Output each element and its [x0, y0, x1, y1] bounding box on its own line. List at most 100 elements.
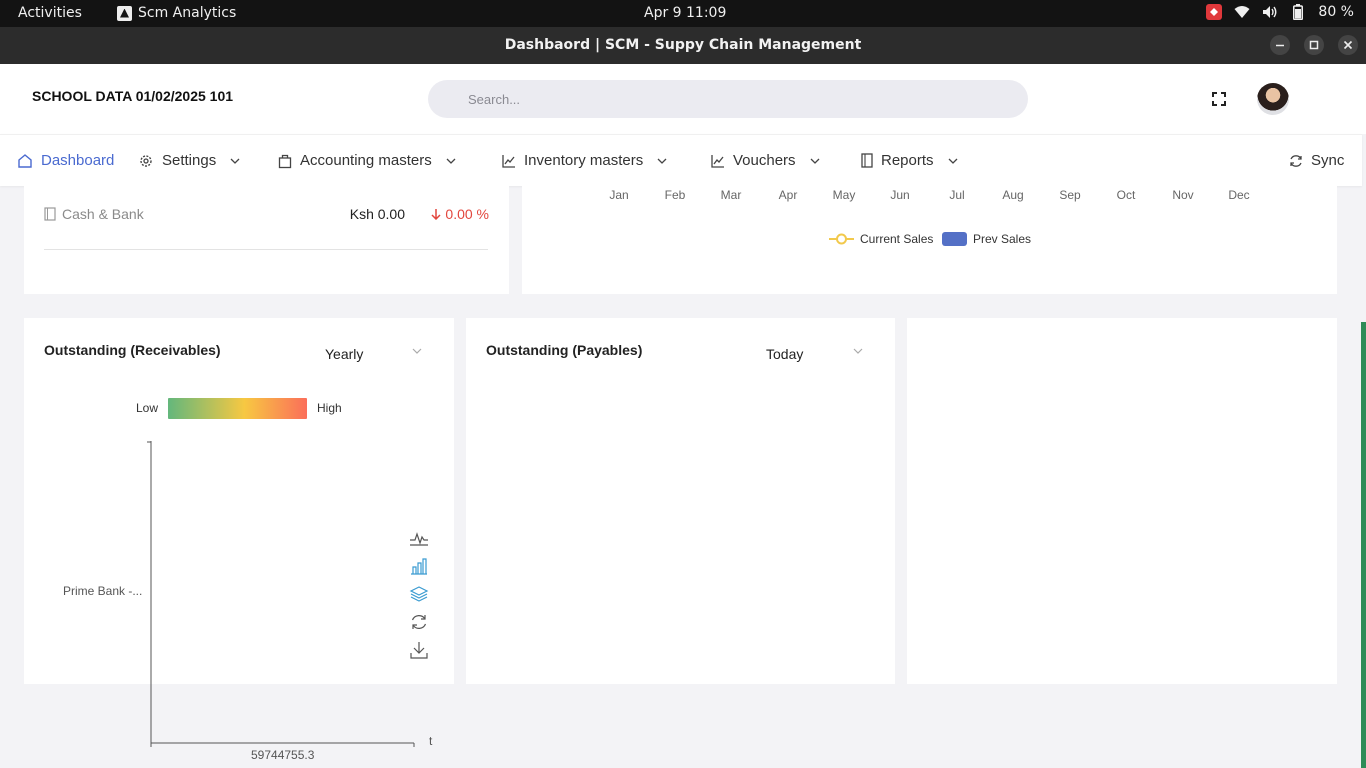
- window-title: Dashbaord | SCM - Suppy Chain Management: [504, 37, 862, 53]
- legend-bar-marker: [942, 232, 967, 246]
- anydesk-tray-icon[interactable]: [1206, 4, 1223, 20]
- nav-dashboard-label: Dashboard: [41, 152, 115, 169]
- bar-chart-icon[interactable]: [409, 556, 429, 576]
- scale-low-label: Low: [136, 401, 159, 415]
- maximize-icon[interactable]: [1304, 35, 1324, 55]
- month-label: Mar: [720, 188, 742, 202]
- receivables-period-select[interactable]: Yearly: [325, 346, 363, 362]
- month-label: May: [832, 188, 856, 202]
- legend-line-marker: [829, 233, 854, 245]
- main-navigation: Dashboard Settings Accounting masters In…: [0, 134, 1362, 186]
- nav-accounting-label: Accounting masters: [300, 152, 432, 169]
- close-icon[interactable]: [1338, 35, 1358, 55]
- payables-card: Outstanding (Payables) Today: [466, 318, 895, 684]
- company-name: SCHOOL DATA 01/02/2025 101: [32, 88, 234, 104]
- cash-bank-amount: Ksh 0.00: [349, 206, 405, 222]
- receivables-card: Outstanding (Receivables) Yearly: [24, 318, 454, 684]
- app-header: SCHOOL DATA 01/02/2025 101: [0, 64, 1366, 134]
- month-label: Apr: [778, 188, 798, 202]
- page-scrollbar[interactable]: [1361, 322, 1366, 768]
- stack-icon[interactable]: [409, 584, 429, 604]
- fullscreen-icon[interactable]: [1211, 91, 1227, 107]
- month-label: Jun: [890, 188, 910, 202]
- wifi-icon[interactable]: [1234, 4, 1250, 20]
- nav-reports-label: Reports: [881, 152, 934, 169]
- cash-bank-label: Cash & Bank: [62, 206, 144, 222]
- visual-map-bar[interactable]: [168, 398, 307, 419]
- app-icon: [117, 5, 132, 21]
- cash-bank-change-value: 0.00 %: [445, 206, 489, 222]
- receivables-title: Outstanding (Receivables): [44, 342, 221, 358]
- payables-period-select[interactable]: Today: [766, 346, 803, 362]
- sales-chart-card: Jan Feb Mar Apr May Jun Jul Aug Sep Oct …: [522, 186, 1337, 294]
- y-category-label: Prime Bank -...: [63, 584, 143, 598]
- sync-label: Sync: [1311, 152, 1345, 169]
- trend-icon: [711, 154, 724, 168]
- divider: [44, 249, 488, 250]
- clock[interactable]: Apr 9 11:09: [644, 5, 726, 21]
- cash-bank-change: 0.00 %: [431, 206, 489, 222]
- sync-button[interactable]: Sync: [1289, 152, 1344, 169]
- app-menu[interactable]: Scm Analytics: [117, 5, 236, 21]
- nav-settings[interactable]: Settings: [138, 152, 240, 169]
- nav-accounting-masters[interactable]: Accounting masters: [278, 152, 456, 169]
- system-top-bar: Activities Scm Analytics Apr 9 11:09 80 …: [0, 0, 1366, 27]
- x-axis-value-label: 59744755.3: [251, 748, 315, 762]
- chevron-down-icon: [230, 158, 240, 164]
- refresh-icon[interactable]: [409, 612, 429, 632]
- legend-current-label: Current Sales: [860, 232, 934, 246]
- cash-bank-row: Cash & Bank Ksh 0.00 0.00 %: [44, 206, 489, 222]
- nav-inventory-masters[interactable]: Inventory masters: [502, 152, 667, 169]
- system-tray[interactable]: 80 %: [1206, 4, 1354, 20]
- nav-settings-label: Settings: [162, 152, 217, 169]
- month-label: Jul: [949, 188, 965, 202]
- chevron-down-icon: [446, 158, 456, 164]
- empty-card: [907, 318, 1337, 684]
- month-label: Feb: [664, 188, 686, 202]
- chevron-down-icon: [948, 158, 957, 164]
- gear-icon: [140, 154, 152, 167]
- book-icon: [861, 153, 873, 168]
- home-icon: [18, 153, 32, 168]
- chart-toolbox: [409, 528, 429, 668]
- month-label: Oct: [1116, 188, 1136, 202]
- download-icon[interactable]: [409, 640, 429, 660]
- window-titlebar[interactable]: Dashbaord | SCM - Suppy Chain Management: [0, 27, 1366, 64]
- month-label: Nov: [1172, 188, 1194, 202]
- minimize-icon[interactable]: [1270, 35, 1290, 55]
- line-chart-icon[interactable]: [409, 528, 429, 548]
- nav-inventory-label: Inventory masters: [524, 152, 644, 169]
- nav-dashboard[interactable]: Dashboard: [17, 152, 114, 169]
- volume-icon[interactable]: [1262, 4, 1278, 20]
- book-icon: [44, 207, 56, 221]
- bag-icon: [278, 154, 292, 168]
- nav-vouchers-label: Vouchers: [733, 152, 796, 169]
- nav-reports[interactable]: Reports: [861, 152, 958, 169]
- sync-icon: [1290, 154, 1302, 167]
- battery-percent: 80 %: [1318, 4, 1354, 20]
- cash-bank-card: Cash & Bank Ksh 0.00 0.00 %: [24, 186, 509, 294]
- x-axis-end-label: t: [429, 734, 433, 748]
- legend-current-sales[interactable]: Current Sales: [829, 232, 933, 246]
- month-label: Jan: [609, 188, 629, 202]
- search-input[interactable]: [428, 80, 1028, 118]
- arrow-down-icon: [431, 209, 441, 220]
- chevron-down-icon: [810, 158, 820, 164]
- month-label: Sep: [1059, 188, 1081, 202]
- month-label: Dec: [1228, 188, 1250, 202]
- avatar[interactable]: [1257, 83, 1289, 115]
- activities-button[interactable]: Activities: [18, 5, 82, 21]
- battery-icon[interactable]: [1290, 4, 1306, 20]
- month-label: Aug: [1002, 188, 1024, 202]
- scale-high-label: High: [317, 401, 342, 415]
- legend-prev-label: Prev Sales: [973, 232, 1032, 246]
- chevron-down-icon: [657, 158, 667, 164]
- nav-vouchers[interactable]: Vouchers: [711, 152, 820, 169]
- chevron-down-icon[interactable]: [412, 347, 422, 355]
- legend-prev-sales[interactable]: Prev Sales: [942, 232, 1031, 246]
- app-menu-label: Scm Analytics: [138, 5, 237, 21]
- chevron-down-icon[interactable]: [853, 347, 863, 355]
- trend-icon: [502, 154, 515, 168]
- payables-title: Outstanding (Payables): [486, 342, 643, 358]
- window-controls: [1270, 35, 1358, 55]
